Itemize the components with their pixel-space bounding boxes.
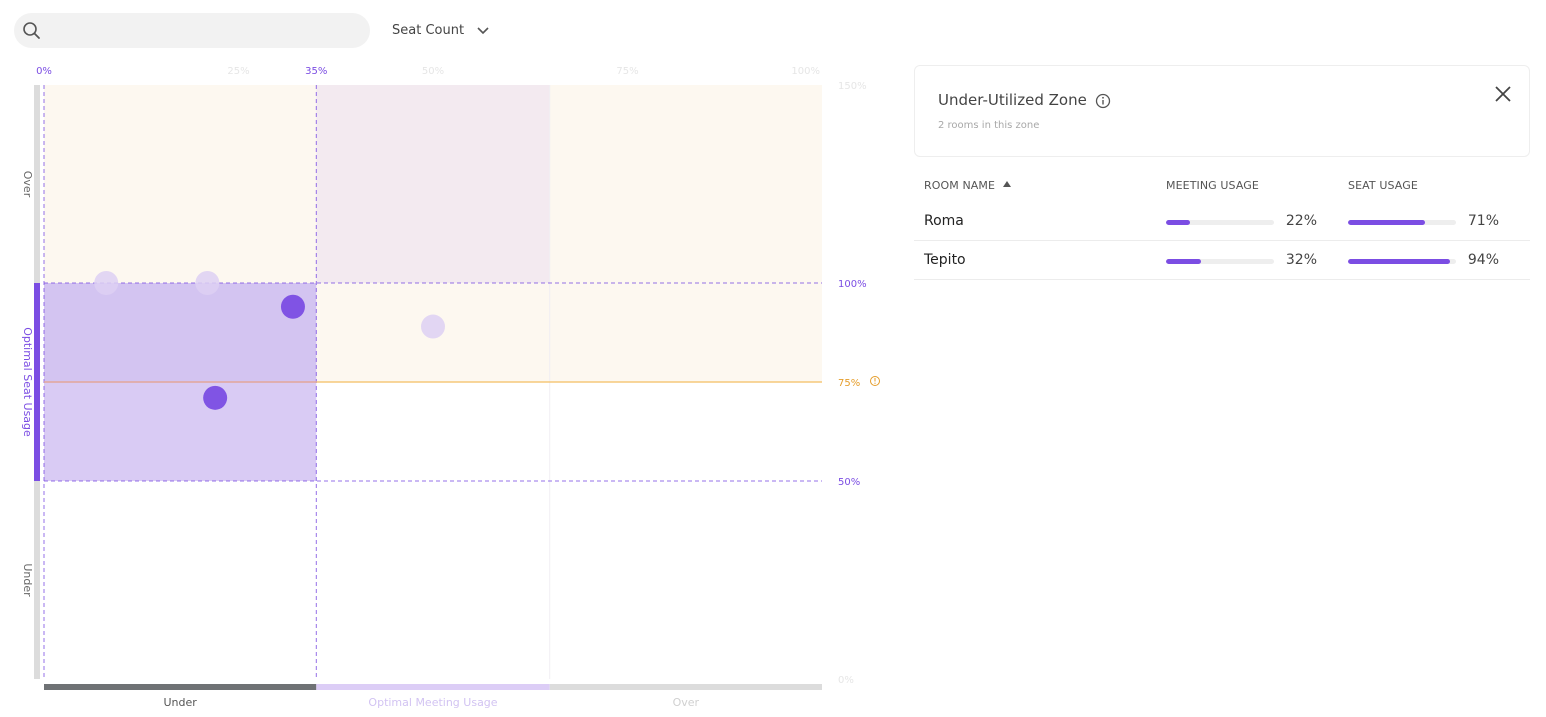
panel-title: Under-Utilized Zone xyxy=(938,91,1087,109)
meeting-usage-value: 22% xyxy=(1285,213,1317,229)
seat-usage-bar xyxy=(1348,259,1456,264)
x-band-over-bar xyxy=(549,684,822,690)
x-tick-label: 25% xyxy=(227,66,249,77)
sort-ascending-icon xyxy=(1003,181,1012,187)
zone-over-over-meeting xyxy=(549,85,822,283)
y-tick-label: 0% xyxy=(838,675,854,686)
x-tick-label: 75% xyxy=(616,66,638,77)
y-tick-label: 150% xyxy=(838,81,867,92)
column-header-seat-usage[interactable]: Seat Usage xyxy=(1348,179,1418,192)
y-band-label: Over xyxy=(21,171,34,198)
metric-select-label: Seat Count xyxy=(392,22,465,38)
panel-subtitle: 2 rooms in this zone xyxy=(938,120,1040,131)
seat-usage-bar xyxy=(1348,220,1456,225)
meeting-usage-bar-fill xyxy=(1166,259,1201,264)
x-band-label: Optimal Meeting Usage xyxy=(368,696,497,709)
x-band-label: Over xyxy=(673,696,700,709)
meeting-usage-bar-fill xyxy=(1166,220,1190,225)
column-header-room[interactable]: Room Name xyxy=(924,179,1012,192)
chart-canvas: Over Optimal Seat Usage Under Under Optimal … xyxy=(21,66,880,709)
app-root: Seat Count Over Optimal Seat Usage Under Un… xyxy=(0,0,1546,717)
chevron-down-icon xyxy=(477,27,489,35)
rooms-table: Room Name Meeting Usage Seat Usage Roma … xyxy=(914,170,1530,280)
seat-usage-value: 71% xyxy=(1467,213,1499,229)
warning-icon-dot xyxy=(874,382,876,384)
seat-usage-value: 94% xyxy=(1467,252,1499,268)
meeting-usage-bar xyxy=(1166,259,1274,264)
room-name: Tepito xyxy=(924,252,966,268)
search-icon xyxy=(23,22,40,39)
data-point xyxy=(421,314,445,339)
y-tick-label: 100% xyxy=(838,279,867,290)
x-tick-label: 35% xyxy=(305,66,327,77)
y-tick-label: 50% xyxy=(838,477,860,488)
close-icon[interactable] xyxy=(1493,84,1513,104)
seat-usage-bar-fill xyxy=(1348,220,1425,225)
y-band-label: Optimal Seat Usage xyxy=(21,327,34,437)
zone-warning xyxy=(316,283,822,382)
zone-over-under-meeting xyxy=(44,85,317,283)
y-tick-label: 75% xyxy=(838,378,860,389)
x-tick-label: 100% xyxy=(791,66,820,77)
data-point xyxy=(195,271,220,295)
x-band-under-bar xyxy=(44,684,317,690)
room-name: Roma xyxy=(924,213,964,229)
meeting-usage-bar xyxy=(1166,220,1274,225)
column-header-room-label: Room Name xyxy=(924,179,996,192)
table-row[interactable]: Tepito 32% 94% xyxy=(914,241,1530,280)
info-icon[interactable] xyxy=(1095,93,1111,109)
seat-usage-bar-fill xyxy=(1348,259,1450,264)
zone-over-optimal-meeting xyxy=(316,85,550,283)
x-tick-label: 0% xyxy=(36,66,52,77)
search-input[interactable] xyxy=(14,13,370,48)
x-tick-label: 50% xyxy=(422,66,444,77)
zone-detail-panel: Under-Utilized Zone 2 rooms in this zone xyxy=(914,65,1530,157)
x-band-optimal-bar xyxy=(316,684,550,690)
metric-select[interactable]: Seat Count xyxy=(392,20,490,40)
data-point-highlighted xyxy=(203,385,228,410)
x-band-label: Under xyxy=(164,696,198,709)
meeting-usage-value: 32% xyxy=(1285,252,1317,268)
zone-under-utilized-upper xyxy=(44,283,317,382)
usage-scatter-chart: Over Optimal Seat Usage Under Under Optimal … xyxy=(0,55,900,717)
data-point-highlighted xyxy=(280,294,305,319)
table-header: Room Name Meeting Usage Seat Usage xyxy=(914,170,1530,202)
y-band-label: Under xyxy=(21,563,34,597)
column-header-meeting-usage[interactable]: Meeting Usage xyxy=(1166,179,1259,192)
data-point xyxy=(94,271,119,295)
table-row[interactable]: Roma 22% 71% xyxy=(914,202,1530,241)
